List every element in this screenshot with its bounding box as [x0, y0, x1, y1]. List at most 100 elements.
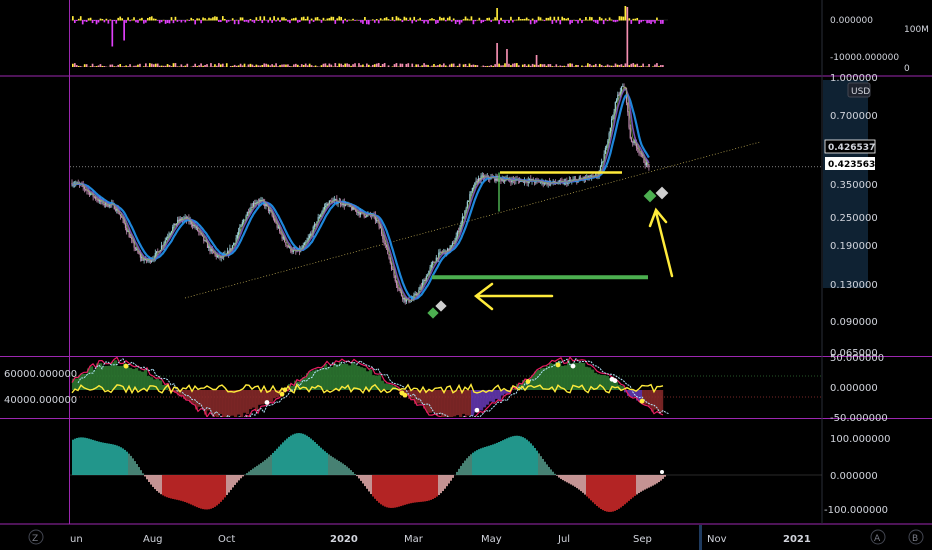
candle-body	[96, 199, 98, 200]
volume-bar	[618, 64, 621, 67]
volume-bar	[229, 66, 232, 67]
volume-bar	[328, 63, 331, 67]
volume-bar	[79, 66, 82, 67]
volume-bar	[421, 65, 423, 67]
candle-body	[612, 115, 614, 119]
volume-delta-bar	[200, 20, 202, 24]
candle-body	[604, 147, 606, 154]
price-tick: 0.130000	[830, 280, 878, 291]
volume-delta-bar	[182, 20, 185, 21]
wave-trend-bar	[354, 364, 358, 390]
volume-bar	[235, 65, 238, 67]
volume-bar	[553, 66, 556, 67]
volume-delta-bar	[326, 18, 329, 21]
trendline	[184, 141, 761, 299]
volume-delta-bar	[630, 20, 633, 24]
volume-delta-bar	[561, 16, 564, 21]
price-marker-0: 0.426537	[828, 143, 875, 153]
volume-bar	[332, 66, 335, 67]
wave-trend-bar	[444, 390, 448, 417]
volume-bar	[626, 7, 629, 67]
volume-bar	[573, 66, 575, 67]
wave-trend-bar	[357, 366, 361, 390]
momentum-bar	[382, 475, 384, 506]
wave-trend-bar	[219, 390, 223, 414]
volume-bar	[336, 66, 339, 67]
momentum-bar	[622, 475, 624, 506]
momentum-bar	[318, 445, 320, 475]
volume-delta-bar	[168, 20, 171, 24]
momentum-bar	[118, 446, 120, 475]
volume-bar	[202, 65, 204, 67]
momentum-bar	[170, 475, 172, 499]
momentum-bar	[446, 475, 448, 487]
volume-delta-bar	[403, 16, 406, 21]
momentum-bar	[322, 449, 324, 475]
candle-body	[402, 295, 404, 300]
wave-trend-bar	[243, 390, 247, 413]
volume-delta-bar	[368, 20, 370, 25]
volume-bar	[555, 64, 558, 67]
volume-delta-bar	[490, 20, 493, 22]
momentum-bar	[340, 462, 342, 475]
volume-delta-bar	[279, 20, 281, 22]
momentum-bar	[492, 444, 494, 475]
volume-bar	[646, 66, 648, 67]
time-tick: Oct	[218, 534, 235, 545]
volume-bar	[225, 63, 228, 67]
momentum-bar	[592, 475, 594, 503]
momentum-bar	[600, 475, 602, 509]
volume-delta-bar	[324, 19, 327, 21]
volume-delta-bar	[316, 17, 319, 21]
momentum-bar	[424, 475, 426, 502]
wave-trend-bar	[372, 375, 376, 390]
volume-bar	[439, 64, 441, 67]
volume-bar	[135, 65, 137, 67]
momentum-signal-dot	[660, 470, 664, 474]
wave-trend-bar	[606, 375, 610, 390]
volume-bar	[407, 63, 410, 67]
volume-delta-bar	[225, 20, 228, 23]
wave-trend-bar	[471, 390, 475, 416]
volume-bar	[95, 66, 98, 67]
price-axis: 1.000000 0.700000 0.350000 0.250000 0.19…	[824, 73, 878, 359]
volume-delta-bar	[517, 16, 520, 21]
volume-bar	[77, 65, 80, 67]
volume-delta-bar	[602, 20, 605, 25]
volume-bar	[247, 64, 250, 67]
wave-trend-bar	[192, 390, 196, 404]
candle-body	[285, 242, 287, 246]
momentum-bar	[356, 475, 358, 477]
volume-delta-bar	[442, 17, 445, 21]
momentum-bar	[198, 475, 200, 508]
momentum-bar	[194, 475, 196, 507]
volume-delta-bar	[660, 20, 662, 24]
volume-bar	[72, 63, 74, 67]
volume-bar	[127, 66, 129, 67]
left-arrow-annotation	[473, 282, 554, 311]
volume-delta-bar	[89, 17, 92, 21]
volume-delta-bar	[583, 19, 585, 21]
volume-bar	[559, 65, 562, 67]
price-tick: 0.250000	[830, 213, 878, 224]
volume-bar	[368, 64, 370, 67]
volume-delta-bar	[340, 16, 343, 21]
wave-trend-bar	[135, 368, 139, 390]
volume-delta-bar	[72, 16, 74, 21]
volume-bar	[265, 63, 268, 67]
momentum-bar	[474, 451, 476, 475]
candle-body	[397, 285, 399, 289]
volume-delta-bar	[652, 20, 654, 22]
ma-slow-line	[71, 94, 650, 301]
volume-bar	[273, 65, 275, 67]
volume-bar	[476, 65, 479, 67]
osc-left-tick: 60000.000000	[4, 369, 77, 380]
candle-body	[114, 209, 117, 211]
price-tick: 0.190000	[830, 241, 878, 252]
volume-delta-bar	[166, 20, 169, 24]
volume-bar	[91, 63, 94, 67]
volume-bar	[523, 64, 526, 67]
momentum-bar	[440, 475, 442, 494]
volume-delta-bar	[381, 19, 384, 21]
momentum-bar	[192, 475, 194, 506]
